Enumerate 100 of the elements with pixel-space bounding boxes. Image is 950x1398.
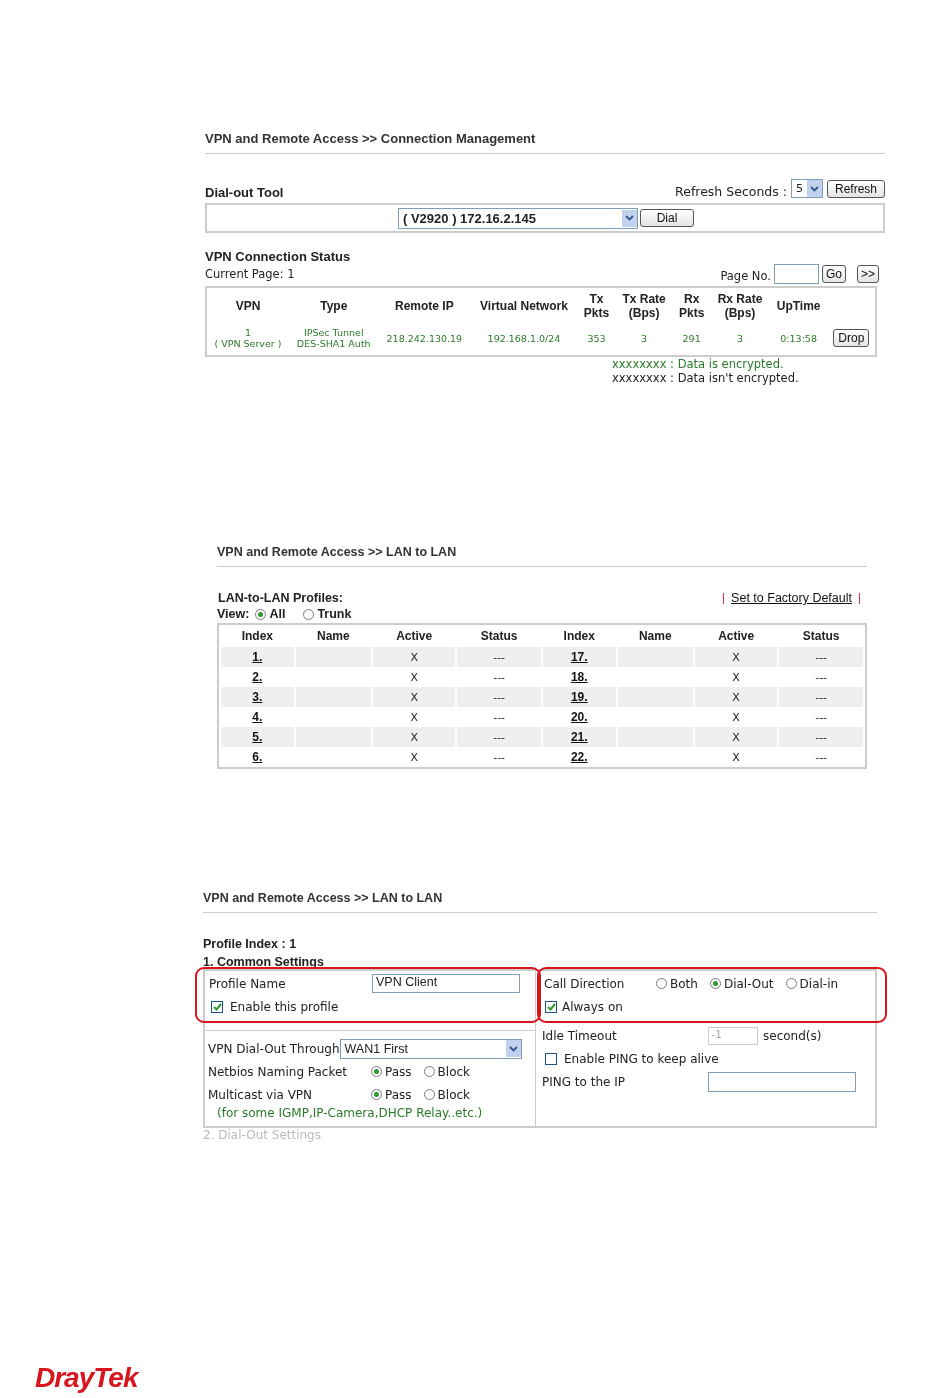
table-cell-text: --- xyxy=(492,669,507,686)
profile-index: Profile Index : 1 xyxy=(203,937,298,951)
index-link[interactable]: 21. xyxy=(570,730,588,744)
checkbox[interactable] xyxy=(545,1000,557,1013)
current-page-text: Current Page: 1 xyxy=(205,267,295,281)
dial-out-select[interactable]: WAN1 First xyxy=(339,1038,522,1059)
radio-button[interactable] xyxy=(423,1089,435,1100)
table-cell-text: 3 xyxy=(735,331,744,346)
table-cell-text: 192.168.1.0/24 xyxy=(486,331,562,346)
unit-label: second(s) xyxy=(763,1028,822,1043)
field-label: Netbios Naming Packet xyxy=(208,1064,349,1079)
radio-label: All xyxy=(269,607,286,621)
column-header: Name xyxy=(316,628,351,645)
column-header: Index xyxy=(562,628,596,645)
column-header: Remote IP xyxy=(394,298,455,315)
radio-button[interactable] xyxy=(371,1089,382,1100)
radio-button[interactable] xyxy=(371,1066,382,1077)
dropdown-icon[interactable] xyxy=(806,180,822,197)
table-cell-text: 3 xyxy=(640,331,649,346)
index-link[interactable]: 18. xyxy=(570,670,588,684)
table-cell: X xyxy=(695,727,778,747)
checkbox-label: Enable PING to keep alive xyxy=(564,1051,719,1066)
column-header: UpTime xyxy=(775,298,822,315)
table-cell-text: 0:13:58 xyxy=(779,331,818,346)
ping-ip-field[interactable] xyxy=(708,1071,856,1092)
field-label: Page No. xyxy=(720,269,771,283)
table-cell-text: X xyxy=(409,669,419,686)
dial-button[interactable]: Dial xyxy=(640,209,694,227)
go-button[interactable]: Go xyxy=(821,265,846,283)
index-link[interactable]: 19. xyxy=(570,690,588,704)
section-heading: VPN Connection Status xyxy=(205,249,352,264)
column-header: Active xyxy=(717,628,756,645)
radio-label: Pass xyxy=(385,1087,412,1102)
table-cell-text: IPSec Tunnel DES-SHA1 Auth xyxy=(295,326,372,351)
page-title: VPN and Remote Access >> LAN to LAN xyxy=(203,891,877,913)
column-header: Tx Pkts xyxy=(582,291,611,322)
radio-label: Dial-Out xyxy=(723,976,774,991)
radio-button[interactable] xyxy=(785,978,797,989)
index-link[interactable]: 4. xyxy=(252,710,263,724)
field-label: Profile Name xyxy=(209,976,287,991)
table-cell-text: X xyxy=(731,669,741,686)
refresh-button[interactable]: Refresh xyxy=(826,179,885,198)
index-link[interactable]: 17. xyxy=(570,650,588,664)
radio-label: Both xyxy=(670,976,698,991)
radio-button[interactable] xyxy=(303,608,315,620)
table-cell: --- xyxy=(779,647,863,667)
checkbox-label: Always on xyxy=(562,999,623,1014)
checkbox[interactable] xyxy=(211,1000,223,1013)
dropdown-icon[interactable] xyxy=(622,209,637,227)
index-link[interactable]: 6. xyxy=(252,750,263,764)
table-cell-text: --- xyxy=(814,669,829,686)
table-cell-text: 1 ( VPN Server ) xyxy=(213,326,283,351)
note-text: (for some IGMP,IP-Camera,DHCP Relay..etc.) xyxy=(216,1106,484,1122)
column-header: Name xyxy=(637,628,673,645)
index-link[interactable]: 20. xyxy=(570,710,588,724)
radio-button[interactable] xyxy=(255,608,267,620)
section-heading: LAN-to-LAN Profiles: xyxy=(218,591,343,605)
radio-label: Pass xyxy=(385,1064,412,1079)
field-label: Multicast via VPN xyxy=(208,1087,314,1102)
radio-label: Trunk xyxy=(317,607,352,621)
legend-text: xxxxxxxx : Data is encrypted. xyxy=(612,357,785,371)
table-cell-text: X xyxy=(731,749,741,766)
column-header: Status xyxy=(801,628,841,645)
logo: DrayTek xyxy=(35,1362,138,1394)
legend-text: xxxxxxxx : Data isn't encrypted. xyxy=(612,371,800,385)
radio-button[interactable] xyxy=(423,1066,435,1077)
section-heading: 1. Common Settings xyxy=(203,955,325,969)
page-number-field[interactable] xyxy=(773,264,819,284)
drop-button[interactable]: Drop xyxy=(833,329,870,347)
index-link[interactable]: 2. xyxy=(252,670,263,684)
field-label: VPN Dial-Out Through xyxy=(208,1041,340,1056)
radio-button[interactable] xyxy=(709,978,721,989)
refresh-select[interactable]: 5 xyxy=(790,179,823,198)
index-link[interactable]: 1. xyxy=(252,650,263,664)
column-header: Active xyxy=(395,628,434,645)
column-header: Tx Rate (Bps) xyxy=(621,291,667,322)
profile-name-field[interactable]: VPN Client xyxy=(372,974,520,993)
dropdown-icon[interactable] xyxy=(505,1040,521,1057)
column-header: VPN xyxy=(234,298,262,315)
index-link[interactable]: 3. xyxy=(252,690,263,704)
radio-label: Block xyxy=(437,1064,471,1079)
section-heading: 2. Dial-Out Settings xyxy=(203,1128,322,1142)
radio-button[interactable] xyxy=(656,978,667,989)
index-link[interactable]: 22. xyxy=(570,750,588,764)
field-label: PING to the IP xyxy=(542,1074,626,1089)
index-link[interactable]: 5. xyxy=(252,730,263,744)
next-page-button[interactable]: >> xyxy=(857,265,879,283)
table-cell-text: --- xyxy=(492,709,507,726)
table-cell: --- xyxy=(457,687,541,707)
table-cell: --- xyxy=(779,687,863,707)
table-cell-text: --- xyxy=(814,749,829,766)
page-title: VPN and Remote Access >> LAN to LAN xyxy=(217,545,867,567)
table-cell-text: 218.242.130.19 xyxy=(385,331,464,346)
field-label: View: xyxy=(217,607,250,621)
factory-default-link[interactable]: Set to Factory Default xyxy=(731,591,852,605)
table-cell-text: 291 xyxy=(681,331,702,346)
host-select[interactable]: ( V2920 ) 172.16.2.145 xyxy=(398,207,638,229)
checkbox[interactable] xyxy=(545,1052,557,1065)
section-heading: Dial-out Tool xyxy=(205,185,284,200)
page-title: VPN and Remote Access >> Connection Management xyxy=(205,131,885,154)
